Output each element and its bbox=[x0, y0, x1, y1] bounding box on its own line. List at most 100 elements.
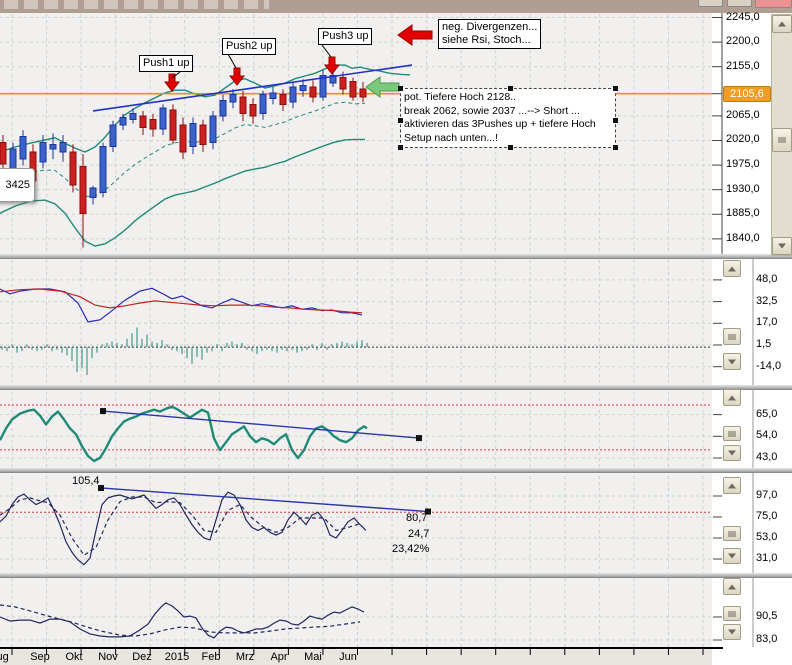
candle-body bbox=[280, 95, 286, 105]
stoch-scrollbar[interactable] bbox=[723, 477, 741, 564]
value-tooltip: 3425 bbox=[0, 168, 35, 202]
panel-separator[interactable] bbox=[0, 254, 792, 259]
arrow-down-icon bbox=[728, 554, 736, 559]
selection-handle[interactable] bbox=[508, 86, 513, 91]
grip-icon bbox=[728, 431, 736, 436]
macd-axis-label: 48,0 bbox=[756, 273, 777, 285]
price-axis-label: 2020,0 bbox=[726, 133, 760, 145]
panel-separator[interactable] bbox=[0, 468, 792, 473]
setup-note-box[interactable]: pot. Tiefere Hoch 2128.. break 2062, sow… bbox=[400, 88, 616, 148]
time-axis-label: Jun bbox=[339, 651, 357, 663]
grip-icon bbox=[728, 611, 736, 616]
candle-body bbox=[340, 78, 346, 89]
trendline-handle[interactable] bbox=[416, 435, 422, 441]
maximize-button[interactable] bbox=[727, 0, 752, 7]
title-bar bbox=[0, 0, 792, 13]
macd-axis-label: 1,5 bbox=[756, 338, 771, 350]
scrollbar-thumb[interactable] bbox=[723, 426, 741, 441]
candle-body bbox=[80, 167, 86, 214]
candle-body bbox=[310, 87, 316, 97]
note-line: siehe Rsi, Stoch... bbox=[442, 34, 537, 47]
selection-handle[interactable] bbox=[398, 86, 403, 91]
time-axis-label: Sep bbox=[30, 651, 50, 663]
push3-label-box[interactable]: Push3 up bbox=[318, 28, 372, 45]
candle-body bbox=[230, 95, 236, 103]
arrow-down-icon bbox=[728, 630, 736, 635]
minimize-button[interactable] bbox=[698, 0, 723, 7]
trendline-handle[interactable] bbox=[100, 408, 106, 414]
time-axis-label: Apr bbox=[270, 651, 287, 663]
watermark-logo bbox=[4, 0, 269, 9]
candle-body bbox=[290, 87, 296, 102]
scroll-up-button[interactable] bbox=[723, 477, 741, 494]
time-axis-label: 2015 bbox=[165, 651, 189, 663]
push2-label-box[interactable]: Push2 up bbox=[222, 38, 276, 55]
time-axis-label: Dez bbox=[132, 651, 152, 663]
grip-icon bbox=[728, 531, 736, 536]
scroll-down-button[interactable] bbox=[723, 624, 741, 640]
candle-body bbox=[190, 124, 196, 147]
close-button[interactable] bbox=[755, 0, 792, 8]
price-axis-label: 2245,0 bbox=[726, 11, 760, 23]
scrollbar-thumb[interactable] bbox=[723, 606, 741, 621]
scroll-up-button[interactable] bbox=[723, 389, 741, 406]
momentum-scrollbar[interactable] bbox=[723, 578, 741, 640]
grip-icon bbox=[778, 138, 786, 143]
candle-body bbox=[90, 188, 96, 197]
scroll-up-button[interactable] bbox=[772, 15, 792, 33]
macd-scrollbar[interactable] bbox=[723, 260, 741, 370]
retracement-percent: 23,42% bbox=[392, 543, 429, 555]
arrow-up-icon bbox=[728, 483, 736, 488]
price-axis-label: 1975,0 bbox=[726, 158, 760, 170]
scroll-up-button[interactable] bbox=[723, 578, 741, 595]
rsi-axis-label: 43,0 bbox=[756, 451, 777, 463]
arrow-down-icon bbox=[778, 244, 786, 249]
scroll-down-button[interactable] bbox=[723, 353, 741, 370]
arrow-up-icon bbox=[728, 266, 736, 271]
candle-body bbox=[160, 108, 166, 129]
arrow-up-icon bbox=[728, 395, 736, 400]
selection-handle[interactable] bbox=[613, 86, 618, 91]
time-axis-label: Aug bbox=[0, 651, 9, 663]
note-line: Setup nach unten...! bbox=[404, 132, 612, 146]
macd-axis-label: -14,0 bbox=[756, 360, 781, 372]
divergence-note-box[interactable]: neg. Divergenzen... siehe Rsi, Stoch... bbox=[438, 19, 541, 49]
arrow-down-icon bbox=[728, 359, 736, 364]
main-scrollbar[interactable] bbox=[771, 14, 792, 256]
time-axis-label: Mai bbox=[304, 651, 322, 663]
candle-body bbox=[50, 144, 56, 149]
selection-handle[interactable] bbox=[613, 145, 618, 150]
arrow-down-icon bbox=[728, 451, 736, 456]
price-axis-label: 2065,0 bbox=[726, 109, 760, 121]
scrollbar-thumb[interactable] bbox=[723, 328, 741, 345]
charting-app-window: Push1 up Push2 up Push3 up neg. Divergen… bbox=[0, 0, 792, 665]
last-price-tag: 2105,6 bbox=[723, 86, 771, 102]
rsi-scrollbar[interactable] bbox=[723, 389, 741, 461]
arrow-up-icon bbox=[728, 584, 736, 589]
scroll-down-button[interactable] bbox=[772, 237, 792, 255]
price-axis-label: 2155,0 bbox=[726, 60, 760, 72]
scroll-up-button[interactable] bbox=[723, 260, 741, 277]
push1-label-box[interactable]: Push1 up bbox=[139, 55, 193, 72]
scrollbar-thumb[interactable] bbox=[723, 526, 741, 541]
price-axis-label: 2200,0 bbox=[726, 35, 760, 47]
selection-handle[interactable] bbox=[398, 118, 403, 123]
macd-axis-label: 32,5 bbox=[756, 295, 777, 307]
selection-handle[interactable] bbox=[508, 145, 513, 150]
candle-body bbox=[0, 143, 6, 164]
selection-handle[interactable] bbox=[398, 145, 403, 150]
candle-body bbox=[180, 125, 186, 152]
scroll-down-button[interactable] bbox=[723, 445, 741, 461]
selection-handle[interactable] bbox=[613, 118, 618, 123]
scroll-down-button[interactable] bbox=[723, 548, 741, 564]
scrollbar-thumb[interactable] bbox=[772, 128, 792, 152]
candle-body bbox=[120, 118, 126, 126]
candle-body bbox=[360, 89, 366, 97]
panel-separator[interactable] bbox=[0, 573, 792, 578]
panel-separator[interactable] bbox=[0, 385, 792, 390]
arrow-up-icon bbox=[778, 22, 786, 27]
candle-body bbox=[250, 104, 256, 115]
stoch-low-value: 24,7 bbox=[408, 528, 429, 540]
time-axis-label: Okt bbox=[65, 651, 82, 663]
candle-body bbox=[240, 97, 246, 114]
